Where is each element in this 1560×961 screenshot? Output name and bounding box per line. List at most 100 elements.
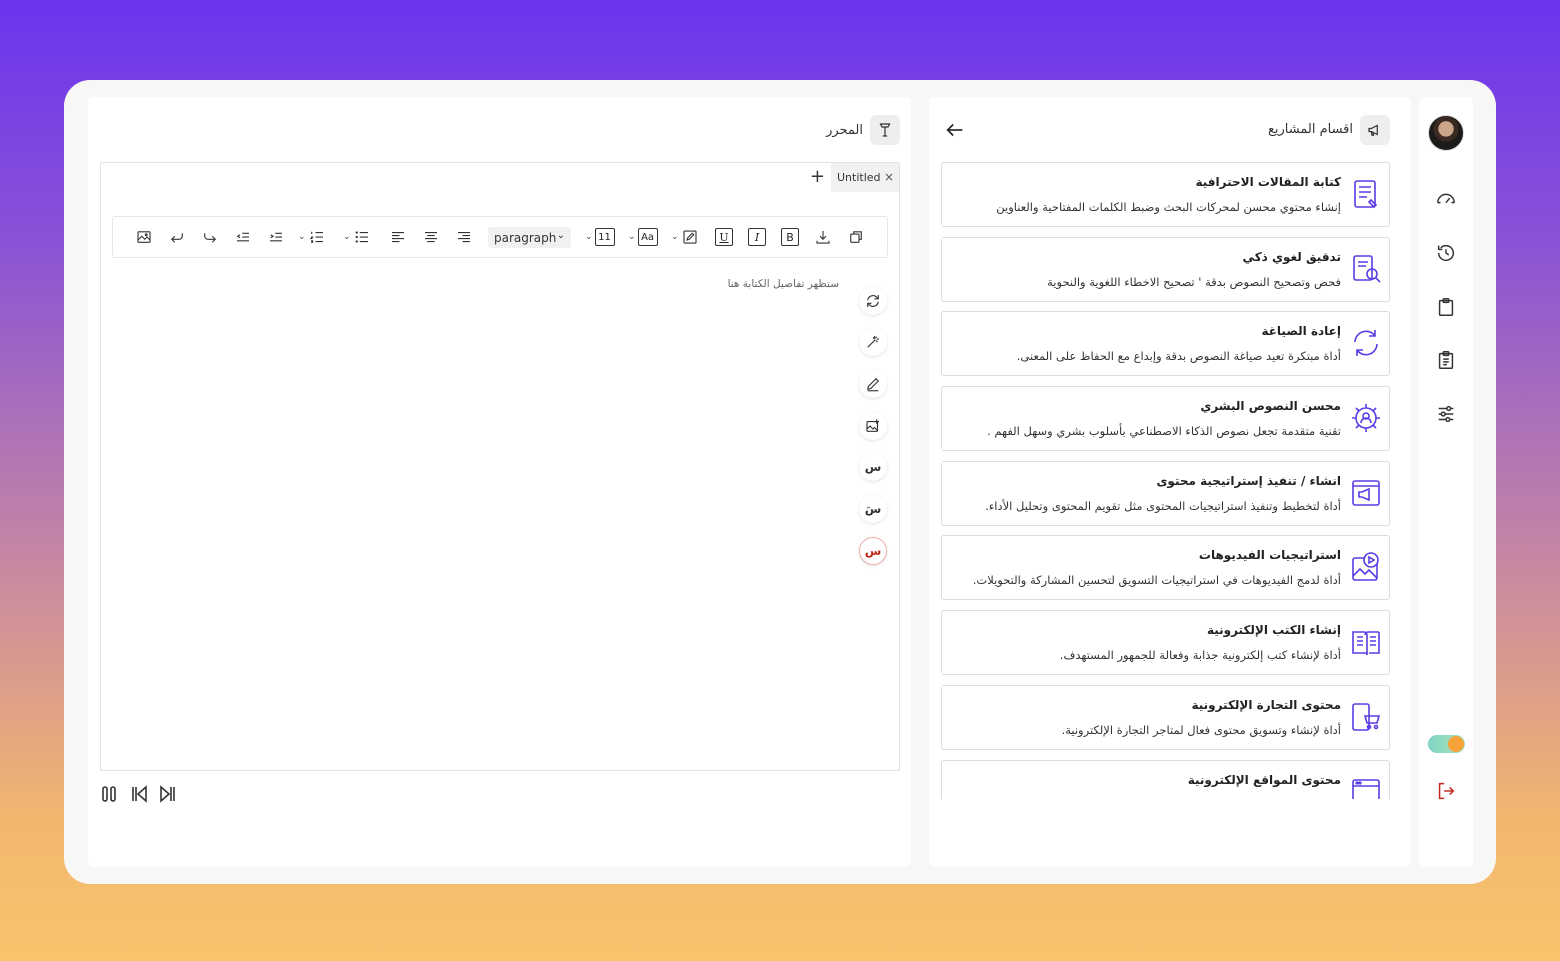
sliders-icon[interactable] (1434, 402, 1458, 426)
browser-icon (1349, 775, 1383, 799)
rephrase-icon[interactable] (859, 287, 887, 315)
paragraph-select-value: paragraph (494, 230, 557, 245)
gauge-icon[interactable] (1434, 187, 1458, 211)
magic-wand-icon[interactable] (859, 328, 887, 356)
editor-placeholder: ستظهر تفاصيل الكتابة هنا (727, 278, 839, 290)
indent-icon[interactable] (267, 227, 285, 247)
project-card[interactable]: انشاء / تنفيذ إستراتيجية محتوى أداة لتخط… (941, 460, 1390, 526)
video-image-icon (1349, 550, 1383, 584)
clipboard-icon[interactable] (1434, 295, 1458, 319)
project-card[interactable]: كتابة المقالات الاحترافية إنشاء محتوي مح… (941, 162, 1390, 227)
editor-area: Untitled × + ⌄ ⌄ paragraph ⌄ ⌄ 11 ⌄ Aa ⌄… (100, 162, 900, 771)
image-sparkle-icon[interactable] (859, 412, 887, 440)
copy-icon[interactable] (847, 227, 865, 247)
back-arrow-icon[interactable] (944, 119, 968, 141)
megaphone-window-icon (1349, 476, 1383, 510)
redo-icon[interactable] (201, 227, 219, 247)
projects-title: اقسام المشاريع (1267, 122, 1353, 137)
align-right-icon[interactable] (455, 227, 473, 247)
arabic-circled-button[interactable]: س (859, 537, 887, 565)
project-title: استراتيجيات الفيديوهات (1198, 548, 1341, 563)
article-icon (1349, 177, 1383, 211)
app-card: اقسام المشاريع كتابة المقالات الاحترافية… (64, 80, 1496, 884)
project-title: إنشاء الكتب الإلكترونية (1206, 623, 1341, 638)
megaphone-icon (1360, 115, 1390, 145)
tab-untitled[interactable]: Untitled × (831, 163, 899, 192)
playback-controls (100, 784, 190, 804)
font-size-value: 11 (594, 228, 615, 246)
editor-title: المحرر (826, 123, 863, 138)
skip-back-icon[interactable] (129, 784, 149, 804)
clipboard-list-icon[interactable] (1434, 348, 1458, 372)
editor-icon (870, 115, 900, 145)
refresh-icon (1349, 326, 1383, 360)
highlight-select[interactable]: ⌄ (671, 227, 699, 247)
logout-icon[interactable] (1434, 779, 1458, 803)
tab-label: Untitled (837, 171, 881, 184)
user-gear-icon (1349, 401, 1383, 435)
book-icon (1349, 625, 1383, 659)
close-icon[interactable]: × (884, 170, 894, 184)
tab-strip: Untitled × + (101, 163, 899, 193)
align-left-icon[interactable] (389, 227, 407, 247)
project-title: إعادة الصياغة (1261, 324, 1341, 339)
side-rail (1419, 97, 1473, 867)
insert-image-icon[interactable] (135, 227, 153, 247)
pause-icon[interactable] (100, 784, 120, 804)
paragraph-select[interactable]: paragraph ⌄ (488, 227, 571, 248)
ordered-list-icon[interactable]: ⌄ (298, 227, 326, 247)
undo-icon[interactable] (168, 227, 186, 247)
project-card[interactable]: محسن النصوص البشري تقنية متقدمة تجعل نصو… (941, 386, 1390, 452)
project-desc: إنشاء محتوي محسن لمحركات البحث وضبط الكل… (996, 200, 1341, 214)
toggle-knob (1448, 736, 1464, 752)
projects-panel: اقسام المشاريع كتابة المقالات الاحترافية… (929, 97, 1411, 867)
project-title: انشاء / تنفيذ إستراتيجية محتوى (1156, 473, 1341, 488)
project-card[interactable]: محتوى المواقع الإلكترونية (941, 759, 1390, 799)
projects-header: اقسام المشاريع (929, 115, 1411, 145)
italic-button[interactable]: I (748, 227, 766, 247)
outdent-icon[interactable] (234, 227, 252, 247)
project-card[interactable]: محتوى التجارة الإلكترونية أداة لإنشاء وت… (941, 684, 1390, 750)
editor-panel: المحرر Untitled × + ⌄ ⌄ paragraph ⌄ ⌄ 11… (88, 97, 911, 867)
editor-toolbar: ⌄ ⌄ paragraph ⌄ ⌄ 11 ⌄ Aa ⌄ U I B (112, 216, 888, 258)
italic-label: I (748, 228, 766, 246)
arabic-diacritic-button[interactable]: سَ (859, 495, 887, 523)
pencil-icon[interactable] (859, 370, 887, 398)
project-desc: أداة مبتكرة تعيد صياغة النصوص بدقة وإبدا… (1016, 349, 1341, 364)
history-icon[interactable] (1434, 241, 1458, 265)
add-tab-button[interactable]: + (810, 166, 825, 187)
avatar[interactable] (1428, 115, 1464, 151)
project-desc: أداة لإنشاء وتسويق محتوى فعال لمتاجر الت… (1061, 722, 1341, 737)
align-center-icon[interactable] (422, 227, 440, 247)
font-case-select[interactable]: ⌄ Aa (628, 227, 658, 247)
project-card[interactable]: تدقيق لغوي ذكي فحص وتصحيح النصوص بدقة ' … (941, 236, 1390, 302)
underline-label: U (715, 228, 733, 246)
doc-search-icon (1349, 252, 1383, 286)
theme-toggle[interactable] (1428, 735, 1465, 753)
project-card[interactable]: إنشاء الكتب الإلكترونية أداة لإنشاء كتب … (941, 610, 1390, 676)
project-desc: أداة لإنشاء كتب إلكترونية جذابة وفعالة ل… (1059, 648, 1341, 663)
project-title: محتوى المواقع الإلكترونية (1187, 772, 1341, 787)
chevron-down-icon: ⌄ (556, 230, 565, 241)
project-desc: فحص وتصحيح النصوص بدقة ' تصحيح الاخطاء ا… (1047, 274, 1341, 289)
project-desc: أداة لدمج الفيديوهات في استراتيجيات التس… (972, 573, 1341, 588)
project-title: محسن النصوص البشري (1200, 399, 1341, 414)
project-list: كتابة المقالات الاحترافية إنشاء محتوي مح… (941, 162, 1390, 799)
font-size-select[interactable]: ⌄ 11 (585, 227, 615, 247)
project-card[interactable]: إعادة الصياغة أداة مبتكرة تعيد صياغة الن… (941, 311, 1390, 377)
project-card[interactable]: استراتيجيات الفيديوهات أداة لدمج الفيديو… (941, 535, 1390, 601)
bullet-list-icon[interactable]: ⌄ (343, 227, 371, 247)
project-desc: أداة لتخطيط وتنفيذ استراتيجيات المحتوى م… (985, 498, 1341, 513)
underline-button[interactable]: U (715, 227, 733, 247)
project-title: محتوى التجارة الإلكترونية (1191, 697, 1341, 712)
project-desc: تقنية متقدمة تجعل نصوص الذكاء الاصطناعي … (987, 424, 1341, 439)
download-icon[interactable] (814, 227, 832, 247)
bold-button[interactable]: B (781, 227, 799, 247)
arabic-letter-button[interactable]: س (859, 453, 887, 481)
font-case-value: Aa (637, 228, 658, 246)
project-title: تدقيق لغوي ذكي (1242, 249, 1341, 264)
mobile-cart-icon (1349, 700, 1383, 734)
bold-label: B (781, 228, 799, 246)
play-pause-icon[interactable] (158, 784, 178, 804)
project-title: كتابة المقالات الاحترافية (1195, 175, 1341, 189)
